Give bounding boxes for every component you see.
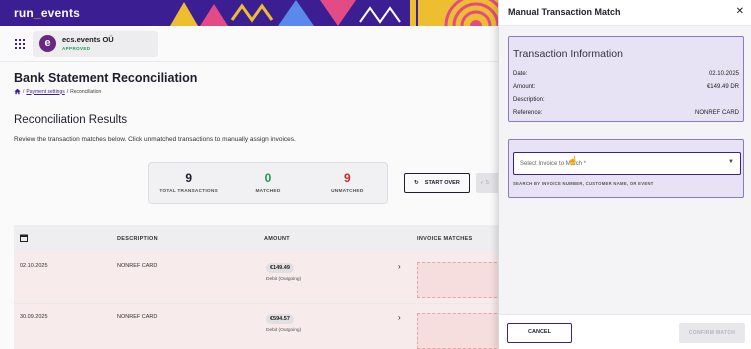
drawer-title: Manual Transaction Match xyxy=(508,7,621,17)
transaction-info-title: Transaction Information xyxy=(513,48,623,60)
pointer-cursor-icon: ☝ xyxy=(568,156,578,165)
cancel-button[interactable]: CANCEL xyxy=(507,323,572,343)
drawer-header: Manual Transaction Match ✕ xyxy=(499,0,751,26)
caret-down-icon[interactable]: ▼ xyxy=(728,159,734,165)
confirm-match-button[interactable]: CONFIRM MATCH xyxy=(679,323,745,343)
info-row-reference: Reference: NONREF CARD xyxy=(513,110,739,116)
info-row-date: Date: 02.10.2025 xyxy=(513,71,739,77)
info-row-amount: Amount: €149.49 DR xyxy=(513,84,739,90)
transaction-info-card: Transaction Information Date: 02.10.2025… xyxy=(508,36,744,122)
drawer-footer: CANCEL CONFIRM MATCH xyxy=(499,314,751,349)
invoice-match-card: Select Invoice to Match * ☝ ▼ SEARCH BY … xyxy=(508,139,744,198)
manual-match-drawer: Manual Transaction Match ✕ Transaction I… xyxy=(498,0,751,349)
invoice-select[interactable]: Select Invoice to Match * ☝ ▼ xyxy=(513,152,741,175)
info-row-description: Description: xyxy=(513,97,545,103)
invoice-select-help: SEARCH BY INVOICE NUMBER, CUSTOMER NAME,… xyxy=(513,181,654,186)
close-icon[interactable]: ✕ xyxy=(736,6,744,17)
